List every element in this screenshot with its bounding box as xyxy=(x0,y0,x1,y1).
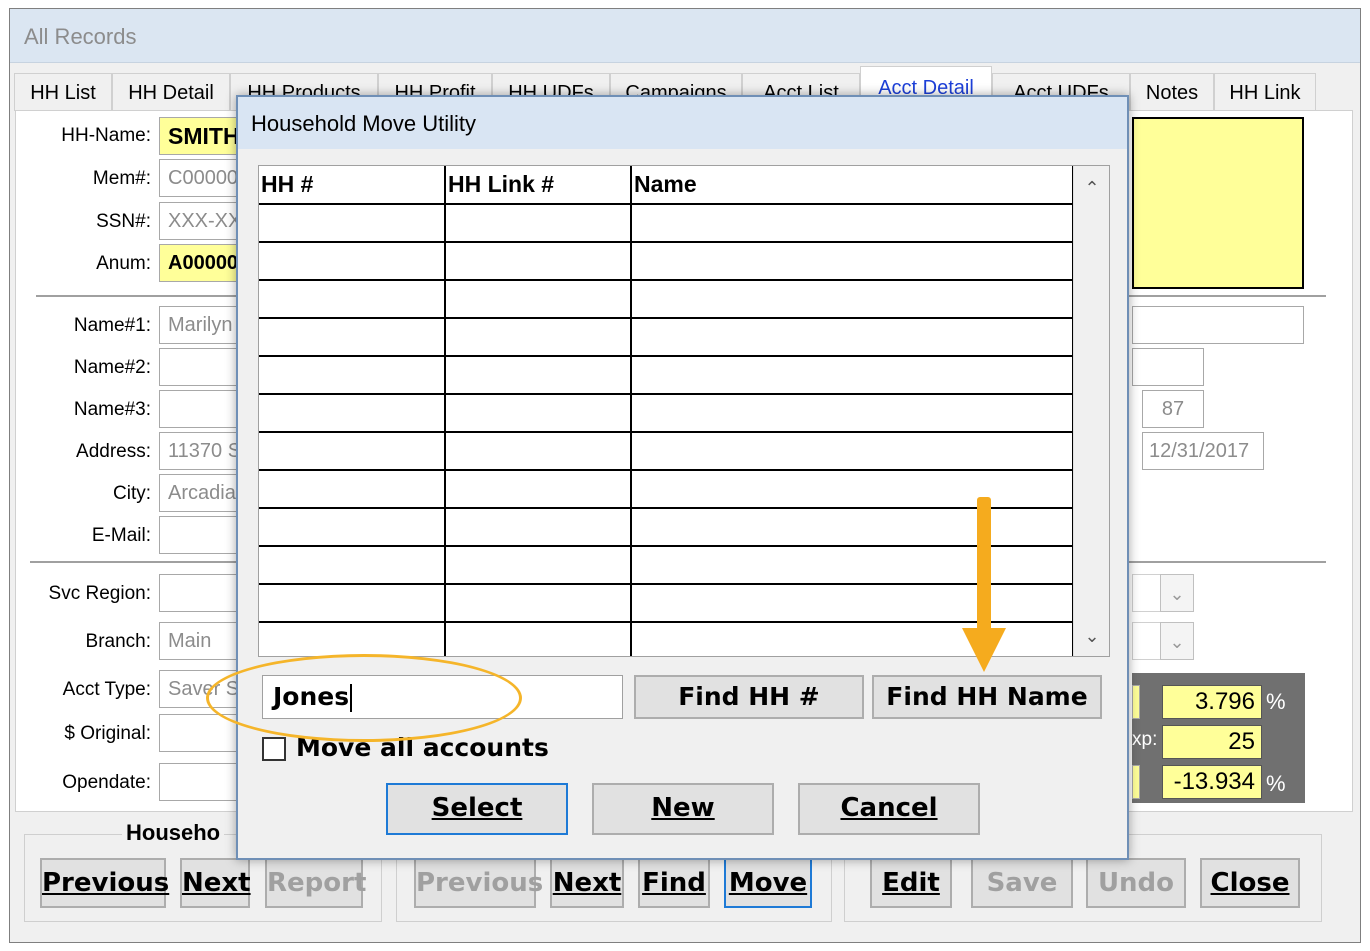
tab-hh-link[interactable]: HH Link xyxy=(1214,73,1316,111)
scroll-up-icon[interactable]: ⌃ xyxy=(1074,170,1109,206)
number-field[interactable]: 87 xyxy=(1142,390,1204,428)
original-label: $ Original: xyxy=(64,723,151,744)
household-next-button[interactable]: Next xyxy=(180,858,251,908)
highlight-box xyxy=(1132,117,1304,289)
arrow-annotation-shaft xyxy=(977,497,991,637)
undo-button[interactable]: Undo xyxy=(1086,858,1186,908)
household-group-label: Househo xyxy=(122,820,225,846)
mem-label: Mem#: xyxy=(92,168,151,189)
branch-label: Branch: xyxy=(85,631,151,652)
cancel-button[interactable]: Cancel xyxy=(798,783,980,835)
rate-field-3[interactable]: -13.934 xyxy=(1162,765,1262,799)
hh-name-label: HH-Name: xyxy=(61,125,151,146)
anum-label: Anum: xyxy=(96,253,151,274)
dialog-titlebar: Household Move Utility xyxy=(238,97,1127,149)
results-table: HH # HH Link # Name xyxy=(259,166,1074,656)
table-row[interactable] xyxy=(259,622,1074,656)
table-row[interactable] xyxy=(259,204,1074,243)
rate-left-1 xyxy=(1132,685,1140,719)
percent-sign-1: % xyxy=(1266,689,1286,714)
chevron-down-icon[interactable]: ⌄ xyxy=(1160,574,1194,612)
edit-button[interactable]: Edit xyxy=(870,858,952,908)
svc-region-label: Svc Region: xyxy=(48,583,151,604)
select-button[interactable]: Select xyxy=(386,783,568,835)
exp-label: xp: xyxy=(1132,729,1158,750)
name2-label: Name#2: xyxy=(73,357,151,378)
table-row[interactable] xyxy=(259,242,1074,281)
table-row[interactable] xyxy=(259,432,1074,471)
rate-field-1[interactable]: 3.796 xyxy=(1162,685,1262,719)
window-title: All Records xyxy=(24,24,137,49)
table-row[interactable] xyxy=(259,318,1074,357)
column-header-hh-num[interactable]: HH # xyxy=(259,166,446,205)
acct-type-label: Acct Type: xyxy=(62,679,151,700)
tab-notes[interactable]: Notes xyxy=(1130,73,1214,111)
arrow-down-icon xyxy=(962,628,1006,672)
table-row[interactable] xyxy=(259,356,1074,395)
email-label: E-Mail: xyxy=(91,525,151,546)
opendate-label: Opendate: xyxy=(62,772,151,793)
name1-field-right[interactable] xyxy=(1132,306,1304,344)
account-next-button[interactable]: Next xyxy=(550,858,624,908)
ssn-label: SSN#: xyxy=(96,211,151,232)
tab-hh-detail[interactable]: HH Detail xyxy=(112,73,230,111)
date-field[interactable]: 12/31/2017 xyxy=(1142,432,1264,470)
household-previous-button[interactable]: Previous xyxy=(40,858,169,908)
rate-left-3 xyxy=(1132,765,1140,799)
percent-sign-3: % xyxy=(1266,771,1286,796)
account-previous-button[interactable]: Previous xyxy=(414,858,543,908)
vertical-scrollbar[interactable]: ⌃ ⌄ xyxy=(1073,166,1109,656)
dialog-title: Household Move Utility xyxy=(251,111,476,136)
chevron-down-icon[interactable]: ⌄ xyxy=(1160,622,1194,660)
find-button[interactable]: Find xyxy=(638,858,710,908)
column-header-name[interactable]: Name xyxy=(631,166,1074,205)
name1-label: Name#1: xyxy=(73,315,151,336)
name2-field-right[interactable] xyxy=(1132,348,1204,386)
table-row[interactable] xyxy=(259,508,1074,547)
tab-hh-list[interactable]: HH List xyxy=(14,73,112,111)
address-label: Address: xyxy=(76,441,151,462)
highlight-ellipse-annotation xyxy=(206,654,522,742)
table-row[interactable] xyxy=(259,470,1074,509)
table-row[interactable] xyxy=(259,584,1074,623)
move-all-accounts-checkbox[interactable] xyxy=(262,737,286,761)
table-row[interactable] xyxy=(259,280,1074,319)
find-hh-name-button[interactable]: Find HH Name xyxy=(872,675,1102,719)
move-button[interactable]: Move xyxy=(724,858,812,908)
find-hh-number-button[interactable]: Find HH # xyxy=(634,675,864,719)
save-button[interactable]: Save xyxy=(971,858,1073,908)
report-button[interactable]: Report xyxy=(265,858,366,908)
column-header-hh-link-num[interactable]: HH Link # xyxy=(445,166,632,205)
city-label: City: xyxy=(113,483,151,504)
window-titlebar: All Records xyxy=(10,9,1360,63)
table-row[interactable] xyxy=(259,546,1074,585)
rate-field-2[interactable]: 25 xyxy=(1162,725,1262,759)
table-row[interactable] xyxy=(259,394,1074,433)
name3-label: Name#3: xyxy=(73,399,151,420)
household-move-dialog: Household Move Utility HH # HH Link # Na… xyxy=(236,95,1129,860)
close-button[interactable]: Close xyxy=(1200,858,1300,908)
scroll-down-icon[interactable]: ⌄ xyxy=(1074,618,1109,654)
new-button[interactable]: New xyxy=(592,783,774,835)
